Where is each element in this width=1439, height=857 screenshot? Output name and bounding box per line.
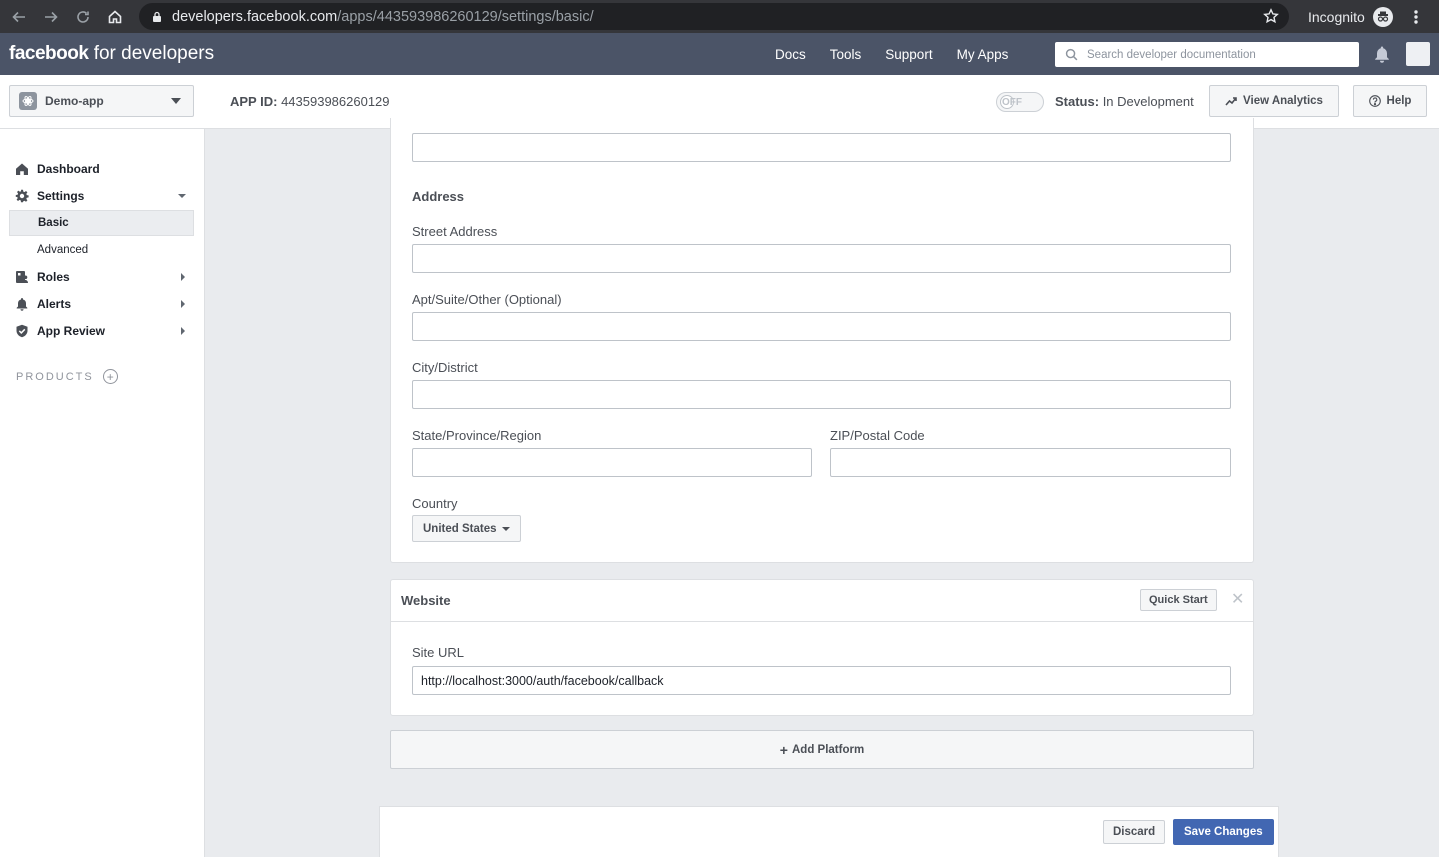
user-avatar[interactable] [1406, 42, 1430, 66]
gear-icon [15, 189, 29, 203]
app-id: APP ID: 443593986260129 [230, 94, 390, 109]
caret-down-icon [501, 526, 510, 531]
street-address-input[interactable] [412, 244, 1231, 273]
forward-icon[interactable] [35, 0, 67, 33]
nav-docs[interactable]: Docs [763, 47, 818, 62]
roles-icon [15, 270, 29, 284]
sidebar-item-alerts[interactable]: Alerts [9, 291, 194, 317]
browser-menu-icon[interactable] [1408, 0, 1424, 33]
apt-suite-label: Apt/Suite/Other (Optional) [412, 292, 562, 307]
notifications-bell-icon[interactable] [1373, 45, 1391, 63]
help-circle-icon [1368, 95, 1381, 107]
add-platform-button[interactable]: + Add Platform [390, 730, 1254, 769]
reload-icon[interactable] [67, 0, 99, 33]
home-icon[interactable] [99, 0, 131, 33]
view-analytics-button[interactable]: View Analytics [1209, 85, 1339, 117]
sidebar-item-basic[interactable]: Basic [9, 210, 194, 236]
website-platform-card: Website Quick Start ✕ Site URL [390, 579, 1254, 716]
chevron-right-icon [181, 327, 185, 335]
incognito-indicator[interactable]: Incognito [1308, 0, 1393, 33]
top-nav: Docs Tools Support My Apps [763, 33, 1020, 75]
chevron-down-icon [178, 194, 186, 198]
address-bar[interactable]: developers.facebook.com/apps/44359398626… [139, 3, 1289, 30]
search-box [1055, 42, 1359, 67]
country-value: United States [423, 522, 497, 535]
help-button[interactable]: Help [1353, 85, 1427, 117]
incognito-icon [1372, 6, 1393, 27]
website-card-header: Website Quick Start ✕ [391, 580, 1253, 622]
app-selector[interactable]: Demo-app [9, 85, 194, 117]
sidebar-item-advanced[interactable]: Advanced [9, 237, 194, 263]
app-status: Status: In Development [1055, 94, 1194, 109]
sidebar: Dashboard Settings Basic Advanced Roles … [0, 129, 205, 857]
chevron-right-icon [181, 300, 185, 308]
url-path: /apps/443593986260129/settings/basic/ [337, 8, 594, 25]
search-input[interactable] [1087, 48, 1347, 61]
state-label: State/Province/Region [412, 428, 542, 443]
status-label: Status: [1055, 94, 1100, 109]
home-icon [15, 162, 29, 176]
bookmark-star-icon[interactable] [1263, 8, 1279, 24]
apt-suite-input[interactable] [412, 312, 1231, 341]
toggle-label: OFF [1002, 96, 1022, 108]
add-product-plus-icon[interactable]: + [102, 369, 118, 384]
contact-input-partial[interactable] [412, 133, 1231, 162]
search-icon [1065, 48, 1078, 61]
incognito-label: Incognito [1308, 8, 1365, 25]
lock-icon [153, 11, 161, 22]
nav-support[interactable]: Support [873, 47, 944, 62]
state-input[interactable] [412, 448, 812, 477]
city-label: City/District [412, 360, 478, 375]
site-url-input[interactable] [412, 666, 1231, 695]
back-icon[interactable] [3, 0, 35, 33]
chevron-right-icon [181, 273, 185, 281]
address-title: Address [412, 189, 465, 204]
basic-settings-card: Address Street Address Apt/Suite/Other (… [390, 118, 1254, 563]
app-id-label: APP ID: [230, 94, 278, 109]
live-mode-toggle[interactable]: OFF [996, 92, 1044, 112]
close-icon[interactable]: ✕ [1231, 592, 1244, 608]
status-value: In Development [1102, 94, 1194, 109]
bell-icon [15, 297, 29, 311]
site-header: facebook for developers Docs Tools Suppo… [0, 33, 1439, 75]
add-platform-label: Add Platform [791, 743, 865, 756]
sidebar-item-settings[interactable]: Settings [9, 183, 194, 209]
brand-logo[interactable]: facebook for developers [9, 43, 214, 65]
discard-button[interactable]: Discard [1103, 820, 1166, 844]
shield-check-icon [15, 324, 29, 338]
country-label: Country [412, 496, 458, 511]
sidebar-item-app-review[interactable]: App Review [9, 318, 194, 344]
trend-up-icon [1225, 97, 1237, 106]
nav-my-apps[interactable]: My Apps [945, 47, 1021, 62]
zip-label: ZIP/Postal Code [830, 428, 925, 443]
plus-icon: + [779, 741, 788, 758]
zip-input[interactable] [830, 448, 1231, 477]
app-icon [19, 92, 37, 110]
app-id-value: 443593986260129 [281, 94, 390, 109]
browser-toolbar: developers.facebook.com/apps/44359398626… [0, 0, 1439, 33]
url-host: developers.facebook.com [172, 8, 338, 25]
app-name: Demo-app [45, 94, 104, 108]
products-label: PRODUCTS [16, 370, 94, 383]
save-bar: Discard Save Changes [379, 806, 1279, 857]
street-address-label: Street Address [412, 224, 498, 239]
site-url-label: Site URL [412, 645, 465, 660]
caret-down-icon [171, 98, 181, 104]
city-input[interactable] [412, 380, 1231, 409]
sidebar-item-roles[interactable]: Roles [9, 264, 194, 290]
help-label: Help [1386, 95, 1412, 107]
country-select[interactable]: United States [412, 515, 521, 542]
quick-start-button[interactable]: Quick Start [1140, 589, 1217, 611]
sidebar-item-dashboard[interactable]: Dashboard [9, 156, 194, 182]
view-analytics-label: View Analytics [1243, 95, 1323, 107]
save-changes-button[interactable]: Save Changes [1173, 819, 1274, 845]
website-title: Website [401, 593, 451, 608]
products-section: PRODUCTS + [16, 369, 118, 384]
nav-tools[interactable]: Tools [818, 47, 874, 62]
